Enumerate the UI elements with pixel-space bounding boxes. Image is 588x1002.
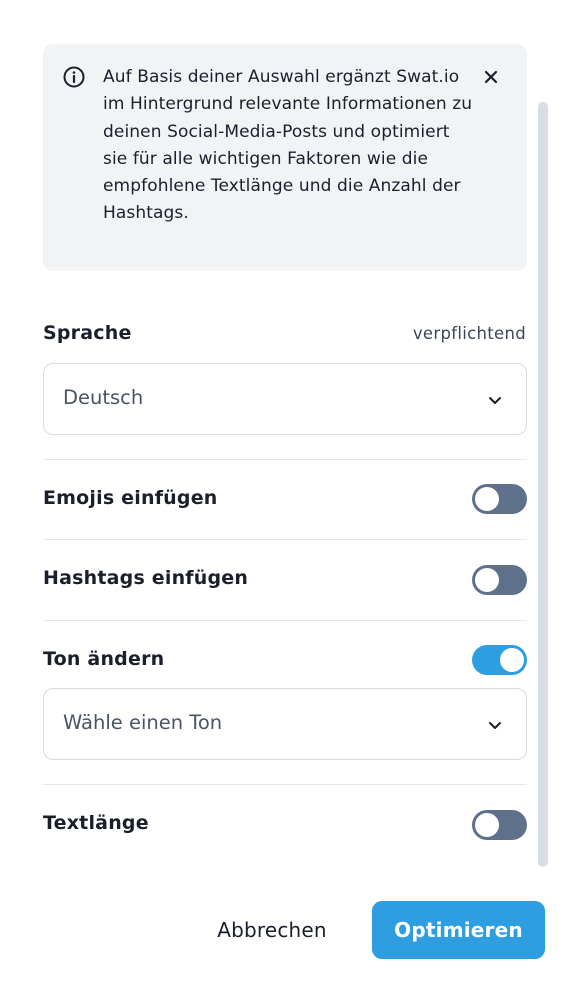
divider: [43, 620, 527, 621]
toggle-knob: [475, 568, 499, 592]
optimize-button[interactable]: Optimieren: [372, 901, 545, 959]
divider: [43, 459, 527, 460]
text-length-label: Textlänge: [43, 812, 149, 834]
emojis-label: Emojis einfügen: [43, 487, 218, 509]
tone-select[interactable]: Wähle einen Ton: [43, 688, 527, 760]
chevron-down-icon: [489, 722, 501, 729]
hashtags-toggle[interactable]: [472, 565, 527, 595]
tone-toggle[interactable]: [472, 645, 527, 675]
close-icon[interactable]: [478, 64, 504, 90]
divider: [43, 784, 527, 785]
info-banner: Auf Basis deiner Auswahl ergänzt Swat.io…: [43, 44, 527, 271]
toggle-knob: [500, 648, 524, 672]
tone-label: Ton ändern: [43, 648, 165, 670]
ai-optimize-panel: Auf Basis deiner Auswahl ergänzt Swat.io…: [0, 0, 588, 1002]
divider: [43, 539, 527, 540]
info-circle-icon: [63, 66, 85, 88]
language-select-value: Deutsch: [63, 386, 144, 409]
hashtags-label: Hashtags einfügen: [43, 567, 249, 589]
scrollbar[interactable]: [538, 102, 548, 867]
info-text: Auf Basis deiner Auswahl ergänzt Swat.io…: [103, 67, 473, 224]
chevron-down-icon: [489, 397, 501, 404]
language-label: Sprache: [43, 322, 132, 344]
language-select[interactable]: Deutsch: [43, 363, 527, 435]
cancel-button[interactable]: Abbrechen: [198, 901, 346, 959]
text-length-toggle[interactable]: [472, 810, 527, 840]
toggle-knob: [475, 813, 499, 837]
toggle-knob: [475, 487, 499, 511]
emojis-toggle[interactable]: [472, 484, 527, 514]
tone-select-placeholder: Wähle einen Ton: [63, 711, 223, 734]
required-label: verpflichtend: [412, 324, 526, 343]
